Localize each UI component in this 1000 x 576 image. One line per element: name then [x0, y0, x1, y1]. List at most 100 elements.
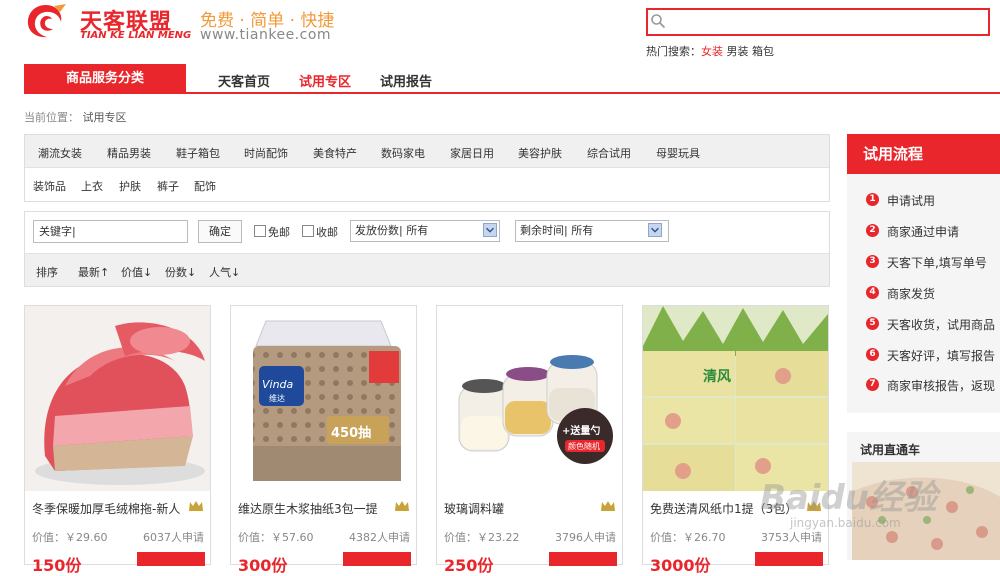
subcategory-item[interactable]: 配饰 — [194, 178, 216, 194]
product-price: 价值：￥57.60 — [238, 531, 314, 544]
category-menu-button[interactable]: 商品服务分类 — [24, 64, 186, 94]
trial-flow-title: 试用流程 — [847, 134, 1000, 174]
category-item[interactable]: 家居日用 — [450, 145, 494, 161]
step-number-icon: 3 — [866, 255, 879, 268]
flow-step: 天客下单,填写单号 — [887, 256, 987, 270]
category-item[interactable]: 潮流女装 — [38, 145, 82, 161]
sort-newest[interactable]: 最新↑ — [78, 264, 109, 280]
count-select-value: 所有 — [406, 224, 429, 237]
product-image[interactable]: +送量勺 颜色随机 — [437, 306, 622, 491]
subcategory-item[interactable]: 护肤 — [119, 178, 141, 194]
product-applicants: 4382人申请 — [349, 531, 410, 544]
free-shipping-label: 免邮 — [268, 226, 290, 239]
apply-button[interactable] — [549, 552, 617, 566]
vinda-subbrand: 维达 — [269, 393, 285, 403]
arrow-up-icon: ↑ — [100, 266, 110, 279]
apply-button[interactable] — [137, 552, 205, 566]
crown-icon — [189, 501, 203, 511]
category-item[interactable]: 美食特产 — [313, 145, 357, 161]
category-item[interactable]: 母婴玩具 — [656, 145, 700, 161]
sort-popularity-label: 人气 — [209, 266, 231, 279]
nav-trial-report[interactable]: 试用报告 — [380, 71, 432, 90]
subcategory-item[interactable]: 上衣 — [81, 178, 103, 194]
arrow-down-icon: ↓ — [143, 266, 153, 279]
direct-train-title: 试用直通车 — [860, 443, 921, 457]
product-price: 价值：￥29.60 — [32, 531, 108, 544]
trial-flow-panel — [847, 134, 1000, 413]
collect-label: 收邮 — [316, 226, 338, 239]
time-select-label: 剩余时间 — [520, 224, 564, 237]
hot-search-label: 热门搜索： — [646, 45, 701, 58]
product-count: 150份 — [32, 556, 82, 575]
sort-popularity[interactable]: 人气↓ — [209, 264, 240, 280]
search-input[interactable] — [646, 8, 990, 36]
product-price: 价值：￥23.22 — [444, 531, 520, 544]
collect-checkbox[interactable] — [302, 225, 314, 237]
crown-icon — [395, 501, 409, 511]
chevron-down-icon[interactable] — [483, 223, 497, 237]
apply-button[interactable] — [755, 552, 823, 566]
search-icon — [651, 14, 666, 29]
nav-trial-zone[interactable]: 试用专区 — [299, 71, 351, 90]
step-number-icon: 7 — [866, 378, 879, 391]
category-item[interactable]: 精品男装 — [107, 145, 151, 161]
category-item[interactable]: 时尚配饰 — [244, 145, 288, 161]
category-item[interactable]: 数码家电 — [381, 145, 425, 161]
product-title[interactable]: 玻璃调料罐 — [444, 500, 592, 517]
logo-icon[interactable] — [24, 2, 68, 40]
logo-subtext: TIAN KE LIAN MENG — [80, 30, 192, 41]
count-select[interactable]: 发放份数| 所有 — [350, 220, 500, 242]
vinda-draw-count: 450抽 — [331, 425, 371, 441]
product-price: 价值：￥26.70 — [650, 531, 726, 544]
crown-icon — [601, 501, 615, 511]
subcategory-item[interactable]: 裤子 — [157, 178, 179, 194]
time-select-value: 所有 — [571, 224, 594, 237]
apply-button[interactable] — [343, 552, 411, 566]
product-count: 250份 — [444, 556, 494, 575]
breadcrumb-label: 当前位置： — [24, 111, 79, 124]
breadcrumb: 当前位置： 试用专区 — [24, 109, 127, 125]
step-number-icon: 5 — [866, 317, 879, 330]
hot-term-men[interactable]: 男装 — [727, 45, 749, 58]
product-title[interactable]: 维达原生木浆抽纸3包一提 — [238, 500, 386, 517]
flow-step: 天客收货，试用商品 — [887, 318, 996, 332]
flow-step: 申请试用 — [887, 194, 936, 208]
arrow-down-icon: ↓ — [187, 266, 197, 279]
flow-step: 商家通过申请 — [887, 225, 960, 239]
category-item[interactable]: 美容护肤 — [518, 145, 562, 161]
step-number-icon: 2 — [866, 224, 879, 237]
step-number-icon: 4 — [866, 286, 879, 299]
free-shipping-checkbox[interactable] — [254, 225, 266, 237]
flow-step: 商家审核报告，返现 — [887, 379, 996, 393]
category-item[interactable]: 鞋子箱包 — [176, 145, 220, 161]
arrow-down-icon: ↓ — [231, 266, 241, 279]
sort-value-label: 价值 — [121, 266, 143, 279]
breadcrumb-current[interactable]: 试用专区 — [83, 111, 127, 124]
product-image[interactable]: 清风 — [643, 306, 828, 491]
product-count: 300份 — [238, 556, 288, 575]
product-applicants: 3796人申请 — [555, 531, 616, 544]
product-title[interactable]: 冬季保暖加厚毛绒棉拖-新人 — [32, 500, 180, 517]
category-item[interactable]: 综合试用 — [587, 145, 631, 161]
flow-step: 商家发货 — [887, 287, 936, 301]
sort-label: 排序 — [36, 266, 58, 279]
sort-value[interactable]: 价值↓ — [121, 264, 152, 280]
time-select[interactable]: 剩余时间| 所有 — [515, 220, 669, 242]
product-image[interactable] — [25, 306, 210, 491]
keyword-input[interactable]: 关键字| — [33, 220, 188, 243]
sort-count[interactable]: 份数↓ — [165, 264, 196, 280]
flow-step: 天客好评，填写报告 — [887, 349, 996, 363]
hot-term-women[interactable]: 女装 — [701, 45, 723, 58]
step-number-icon: 6 — [866, 348, 879, 361]
hot-term-bags[interactable]: 箱包 — [752, 45, 774, 58]
nav-home[interactable]: 天客首页 — [218, 71, 270, 90]
confirm-button[interactable]: 确定 — [198, 220, 242, 243]
subcategory-item[interactable]: 装饰品 — [33, 178, 66, 194]
baidu-watermark-url: jingyan.baidu.com — [790, 516, 901, 530]
product-applicants: 6037人申请 — [143, 531, 204, 544]
vinda-brand: Vinda — [262, 378, 294, 391]
chevron-down-icon[interactable] — [648, 223, 662, 237]
spoon-badge-line2: 颜色随机 — [568, 441, 600, 451]
product-image[interactable]: Vinda 维达 450抽 — [231, 306, 416, 491]
baidu-watermark: Baidu经验 — [760, 478, 938, 518]
